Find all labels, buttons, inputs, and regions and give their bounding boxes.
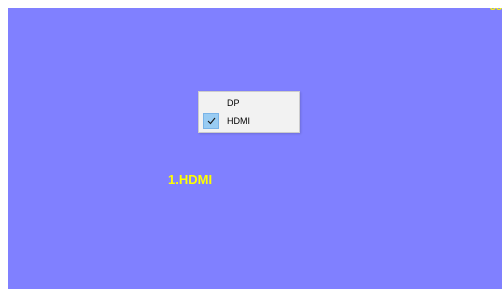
- display-screen[interactable]: 88 DP HDMI 1.HDMI: [8, 8, 502, 289]
- menu-item-hdmi[interactable]: HDMI: [199, 112, 299, 130]
- input-source-label: 1.HDMI: [168, 172, 213, 187]
- corner-indicator: 88: [490, 8, 502, 13]
- input-source-menu: DP HDMI: [198, 91, 300, 133]
- menu-item-label: HDMI: [227, 116, 250, 126]
- menu-item-label: DP: [227, 98, 240, 108]
- menu-item-dp[interactable]: DP: [199, 94, 299, 112]
- checkmark-icon: [203, 113, 219, 129]
